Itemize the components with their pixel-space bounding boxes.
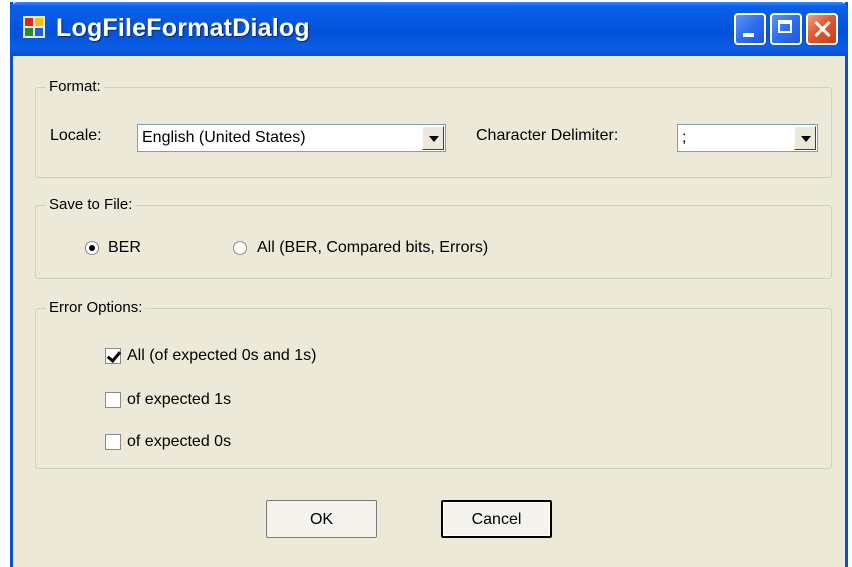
format-group-label: Format: bbox=[46, 78, 104, 95]
checkbox-expected-0s[interactable] bbox=[105, 434, 121, 450]
locale-label: Locale: bbox=[50, 127, 102, 144]
cancel-button[interactable]: Cancel bbox=[441, 500, 552, 538]
radio-ber[interactable] bbox=[85, 241, 99, 255]
dialog-window: LogFileFormatDialog Format: Locale: Engl… bbox=[10, 2, 848, 567]
checkbox-expected-0s-label[interactable]: of expected 0s bbox=[127, 433, 231, 451]
close-button[interactable] bbox=[806, 13, 838, 45]
save-to-file-group: Save to File: BER All (BER, Compared bit… bbox=[35, 196, 832, 279]
radio-all[interactable] bbox=[233, 241, 247, 255]
locale-value: English (United States) bbox=[142, 129, 306, 146]
delimiter-dropdown[interactable]: ; bbox=[677, 124, 818, 152]
format-group: Format: Locale: English (United States) … bbox=[35, 78, 832, 178]
checkbox-all-expected-label[interactable]: All (of expected 0s and 1s) bbox=[127, 347, 316, 365]
minimize-button[interactable] bbox=[734, 13, 766, 45]
delimiter-label: Character Delimiter: bbox=[476, 127, 619, 144]
radio-all-label[interactable]: All (BER, Compared bits, Errors) bbox=[257, 239, 488, 257]
locale-dropdown[interactable]: English (United States) bbox=[137, 124, 446, 152]
save-to-file-group-label: Save to File: bbox=[46, 196, 136, 213]
maximize-button[interactable] bbox=[770, 13, 802, 45]
delimiter-value: ; bbox=[682, 129, 687, 146]
title-bar[interactable]: LogFileFormatDialog bbox=[10, 2, 848, 56]
locale-dropdown-chevron-icon[interactable] bbox=[422, 126, 444, 150]
delimiter-dropdown-chevron-icon[interactable] bbox=[794, 126, 816, 150]
window-title: LogFileFormatDialog bbox=[56, 14, 310, 42]
checkbox-expected-1s[interactable] bbox=[105, 392, 121, 408]
app-icon bbox=[23, 16, 45, 38]
error-options-group: Error Options: All (of expected 0s and 1… bbox=[35, 299, 832, 469]
checkbox-all-expected[interactable] bbox=[105, 348, 121, 364]
ok-button[interactable]: OK bbox=[266, 500, 377, 538]
checkbox-expected-1s-label[interactable]: of expected 1s bbox=[127, 391, 231, 409]
radio-ber-label[interactable]: BER bbox=[108, 239, 141, 257]
error-options-group-label: Error Options: bbox=[46, 299, 146, 316]
